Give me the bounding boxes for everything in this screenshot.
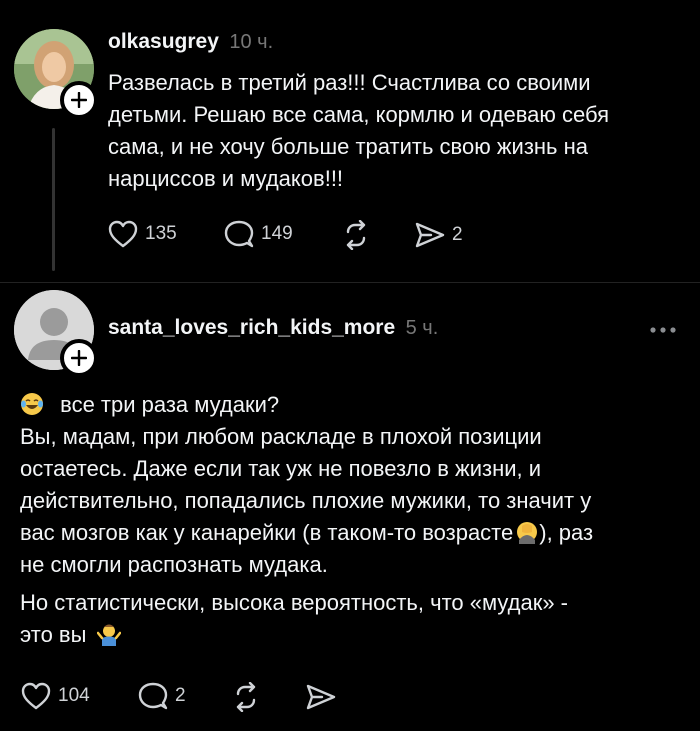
post-line: нарциссов и мудаков!!! <box>108 166 344 191</box>
share-button[interactable] <box>305 682 337 712</box>
repost-icon <box>236 682 256 712</box>
reply-header: santa_loves_rich_kids_more 5 ч. <box>108 316 438 340</box>
shrug-emoji-icon <box>96 622 121 646</box>
reply-time: 5 ч. <box>405 317 439 339</box>
divider <box>0 282 700 283</box>
reply-line: все три раза мудаки? <box>20 389 690 421</box>
more-button[interactable] <box>648 322 678 340</box>
reply-text: все три раза мудаки? Вы, мадам, при любо… <box>20 389 690 651</box>
follow-plus-button[interactable] <box>60 81 98 119</box>
like-count: 135 <box>145 223 177 244</box>
reply-line: Но статистически, высока вероятность, чт… <box>20 590 568 615</box>
plus-icon <box>71 350 87 366</box>
heart-icon <box>21 682 51 710</box>
comment-icon <box>138 682 168 710</box>
like-button[interactable]: 104 <box>20 681 90 711</box>
reply-line: действительно, попадались плохие мужики,… <box>20 488 592 513</box>
repost-button[interactable] <box>341 220 371 250</box>
reply-line: это вы <box>20 619 690 651</box>
post-time: 10 ч. <box>229 31 274 53</box>
thread-line <box>52 128 55 271</box>
like-count: 104 <box>58 685 90 706</box>
reply-username[interactable]: santa_loves_rich_kids_more <box>108 316 395 339</box>
post-text: Развелась в третий раз!!! Счастлива со с… <box>108 67 688 195</box>
share-icon <box>306 684 336 710</box>
reply-line: остаетесь. Даже если так уж не повезло в… <box>20 456 542 481</box>
post-header: olkasugrey 10 ч. <box>108 30 273 54</box>
comment-button[interactable]: 2 <box>137 681 186 711</box>
laughing-crying-emoji-icon <box>20 392 44 416</box>
reply-line-text: вас мозгов как у канарейки (в таком-то в… <box>20 520 514 545</box>
comment-count: 149 <box>261 223 293 244</box>
like-button[interactable]: 135 <box>107 219 177 249</box>
comment-button[interactable]: 149 <box>223 219 293 249</box>
reply-line: вас мозгов как у канарейки (в таком-то в… <box>20 517 690 549</box>
follow-plus-button[interactable] <box>60 339 98 377</box>
post-line: сама, и не хочу больше тратить свою жизн… <box>108 134 589 159</box>
heart-icon <box>108 220 138 248</box>
share-button[interactable]: 2 <box>414 220 463 250</box>
comment-count: 2 <box>175 685 186 706</box>
comment-icon <box>224 220 254 248</box>
post-username[interactable]: olkasugrey <box>108 30 219 53</box>
reply-line-text: ), раз <box>539 520 594 545</box>
post-line: Развелась в третий раз!!! Счастлива со с… <box>108 70 591 95</box>
plus-icon <box>71 92 87 108</box>
facepalm-emoji-icon <box>515 520 539 544</box>
reply-line: не смогли распознать мудака. <box>20 552 328 577</box>
reply-line: Вы, мадам, при любом раскладе в плохой п… <box>20 424 542 449</box>
share-icon <box>415 222 445 248</box>
post-line: детьми. Решаю все сама, кормлю и одеваю … <box>108 102 610 127</box>
reply-line-text: это вы <box>20 622 87 647</box>
repost-icon <box>346 220 366 250</box>
repost-button[interactable] <box>231 682 261 712</box>
share-count: 2 <box>452 224 463 245</box>
reply-line-text: все три раза мудаки? <box>60 392 280 417</box>
more-icon <box>650 327 676 333</box>
